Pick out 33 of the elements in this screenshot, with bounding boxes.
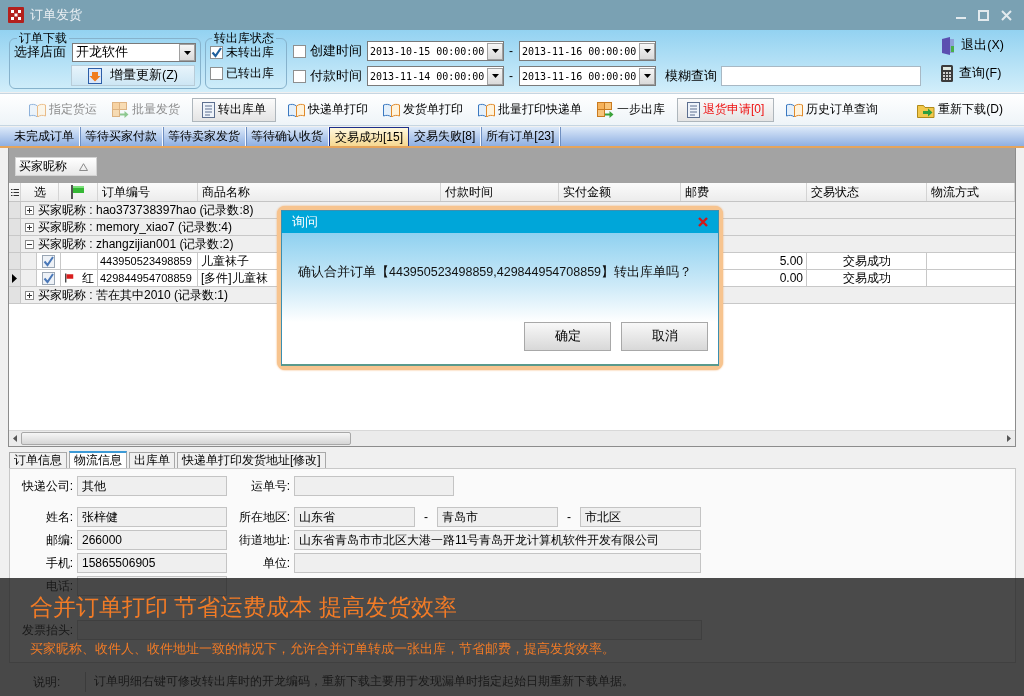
window-title: 订单发货 (30, 6, 83, 24)
field-label: 所在地区: (237, 510, 290, 524)
group-label: 买家昵称 : hao373738397hao (记录数:8) (38, 202, 254, 219)
field-label: 模糊查询 (665, 67, 717, 85)
group-title: 转出库状态 (213, 31, 275, 45)
flag-label: 红 (82, 270, 94, 286)
checkbox-label: 付款时间 (310, 67, 360, 85)
range-dash: - (509, 69, 514, 83)
field-label: 手机: (44, 556, 73, 570)
range-dash: - (566, 510, 572, 524)
field-label: 单位: (261, 556, 290, 570)
field-label: 运单号: (249, 479, 290, 493)
table-cell: 429844954708859 (98, 270, 198, 286)
table-cell: 443950523498859 (98, 253, 198, 269)
checkbox-label: 创建时间 (310, 42, 360, 60)
banner-title: 合并订单打印 节省运费成本 提高发货效率 (30, 596, 457, 619)
field-label: 邮编: (44, 533, 73, 547)
group-label: 买家昵称 : memory_xiao7 (记录数:4) (38, 218, 233, 236)
checkbox-label: 未转出库 (226, 44, 274, 61)
group-label: 买家昵称 : zhangzijian001 (记录数:2) (38, 235, 234, 253)
table-cell: 交易成功 (807, 270, 927, 286)
group-label: 买家昵称 : 苦在其中2010 (记录数:1) (38, 286, 229, 304)
checkbox-label: 已转出库 (226, 64, 274, 82)
table-cell: 交易成功 (807, 253, 927, 269)
range-dash: - (423, 510, 429, 524)
group-title: 订单下载 (18, 31, 68, 45)
field-label: 姓名: (44, 510, 73, 524)
field-label: 快递公司: (20, 479, 73, 493)
field-label: 选择店面 (14, 44, 66, 61)
range-dash: - (509, 44, 514, 58)
field-label: 街道地址: (237, 533, 290, 547)
banner-text: 买家昵称、收件人、收件地址一致的情况下，允许合并订单转成一张出库，节省邮费，提高发货效率。 (30, 641, 615, 656)
dialog-title: 询问 (292, 213, 318, 231)
